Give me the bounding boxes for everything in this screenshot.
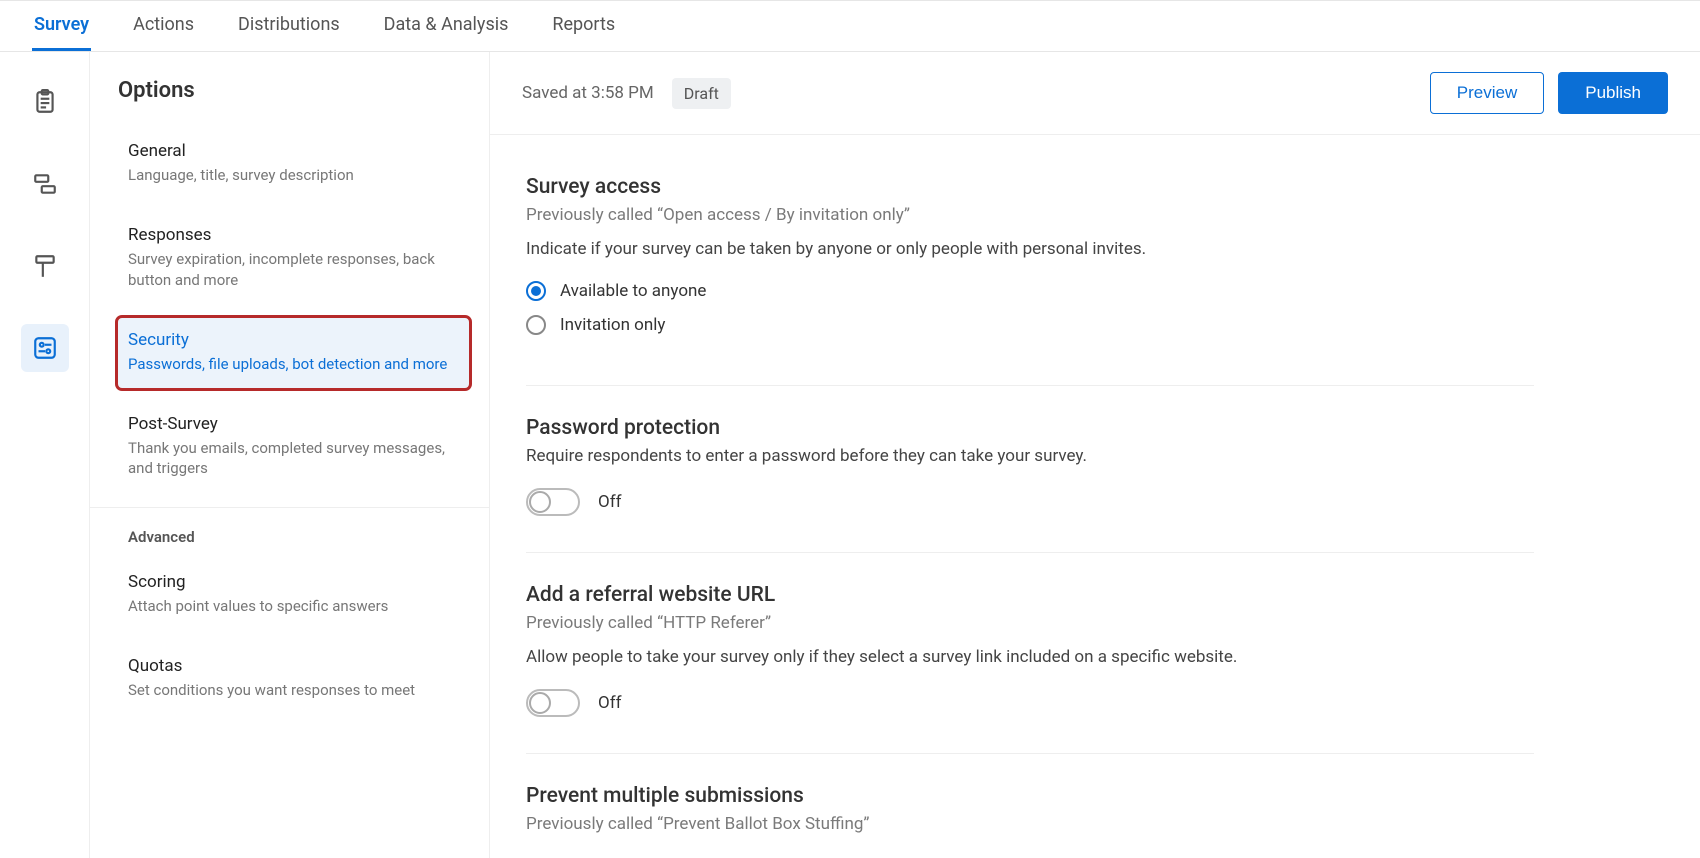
sidebar-item-desc: Set conditions you want responses to mee…	[128, 680, 459, 700]
password-toggle[interactable]	[526, 488, 580, 516]
radio-icon	[526, 315, 546, 335]
sidebar-item-label: Scoring	[128, 572, 459, 592]
section-title: Survey access	[526, 175, 1534, 199]
section-subtitle: Previously called “HTTP Referer”	[526, 613, 1534, 633]
content: Saved at 3:58 PM Draft Preview Publish S…	[490, 52, 1700, 858]
section-subtitle: Previously called “Open access / By invi…	[526, 205, 1534, 225]
publish-button[interactable]: Publish	[1558, 72, 1668, 114]
sidebar-item-desc: Thank you emails, completed survey messa…	[128, 438, 459, 479]
radio-icon	[526, 281, 546, 301]
sidebar-item-desc: Passwords, file uploads, bot detection a…	[128, 354, 459, 374]
sidebar-item-scoring[interactable]: Scoring Attach point values to specific …	[118, 560, 469, 630]
referral-toggle[interactable]	[526, 689, 580, 717]
section-title: Add a referral website URL	[526, 583, 1534, 607]
radio-invitation-only[interactable]: Invitation only	[526, 315, 1534, 335]
sidebar-item-quotas[interactable]: Quotas Set conditions you want responses…	[118, 644, 469, 714]
sidebar-item-label: Responses	[128, 225, 459, 245]
options-icon[interactable]	[21, 324, 69, 372]
sidebar-item-general[interactable]: General Language, title, survey descript…	[118, 129, 469, 199]
sidebar-item-responses[interactable]: Responses Survey expiration, incomplete …	[118, 213, 469, 304]
flow-icon[interactable]	[21, 160, 69, 208]
section-prevent-multiple: Prevent multiple submissions Previously …	[526, 784, 1534, 858]
sidebar-item-label: Post-Survey	[128, 414, 459, 434]
tab-actions[interactable]: Actions	[131, 1, 196, 51]
section-help: Require respondents to enter a password …	[526, 446, 1534, 466]
preview-button[interactable]: Preview	[1430, 72, 1544, 114]
section-help: Allow people to take your survey only if…	[526, 647, 1534, 667]
radio-label: Available to anyone	[560, 281, 706, 301]
toggle-state-label: Off	[598, 693, 622, 713]
sidebar-title: Options	[118, 78, 469, 103]
radio-label: Invitation only	[560, 315, 665, 335]
tab-distributions[interactable]: Distributions	[236, 1, 342, 51]
sidebar-header-advanced: Advanced	[118, 528, 469, 560]
content-header: Saved at 3:58 PM Draft Preview Publish	[490, 52, 1700, 135]
look-feel-icon[interactable]	[21, 242, 69, 290]
options-sidebar: Options General Language, title, survey …	[90, 52, 490, 858]
sidebar-item-desc: Survey expiration, incomplete responses,…	[128, 249, 459, 290]
tab-data-analysis[interactable]: Data & Analysis	[382, 1, 511, 51]
toggle-state-label: Off	[598, 492, 622, 512]
primary-tabs: Survey Actions Distributions Data & Anal…	[0, 0, 1700, 52]
clipboard-icon[interactable]	[21, 78, 69, 126]
sidebar-item-label: Quotas	[128, 656, 459, 676]
section-help: Indicate if your survey can be taken by …	[526, 239, 1534, 259]
content-body: Survey access Previously called “Open ac…	[490, 135, 1570, 858]
radio-available-anyone[interactable]: Available to anyone	[526, 281, 1534, 301]
status-badge: Draft	[672, 78, 731, 109]
section-referral-url: Add a referral website URL Previously ca…	[526, 583, 1534, 754]
saved-timestamp: Saved at 3:58 PM	[522, 83, 654, 103]
section-subtitle: Previously called “Prevent Ballot Box St…	[526, 814, 1534, 834]
sidebar-item-label: Security	[128, 330, 459, 350]
sidebar-item-security[interactable]: Security Passwords, file uploads, bot de…	[118, 318, 469, 388]
tab-reports[interactable]: Reports	[550, 1, 617, 51]
tab-survey[interactable]: Survey	[32, 1, 91, 51]
sidebar-item-label: General	[128, 141, 459, 161]
section-title: Prevent multiple submissions	[526, 784, 1534, 808]
section-title: Password protection	[526, 416, 1534, 440]
sidebar-item-desc: Attach point values to specific answers	[128, 596, 459, 616]
sidebar-item-desc: Language, title, survey description	[128, 165, 459, 185]
sidebar-divider	[90, 507, 489, 508]
icon-rail	[0, 52, 90, 858]
section-password-protection: Password protection Require respondents …	[526, 416, 1534, 553]
sidebar-item-post-survey[interactable]: Post-Survey Thank you emails, completed …	[118, 402, 469, 493]
section-survey-access: Survey access Previously called “Open ac…	[526, 175, 1534, 386]
